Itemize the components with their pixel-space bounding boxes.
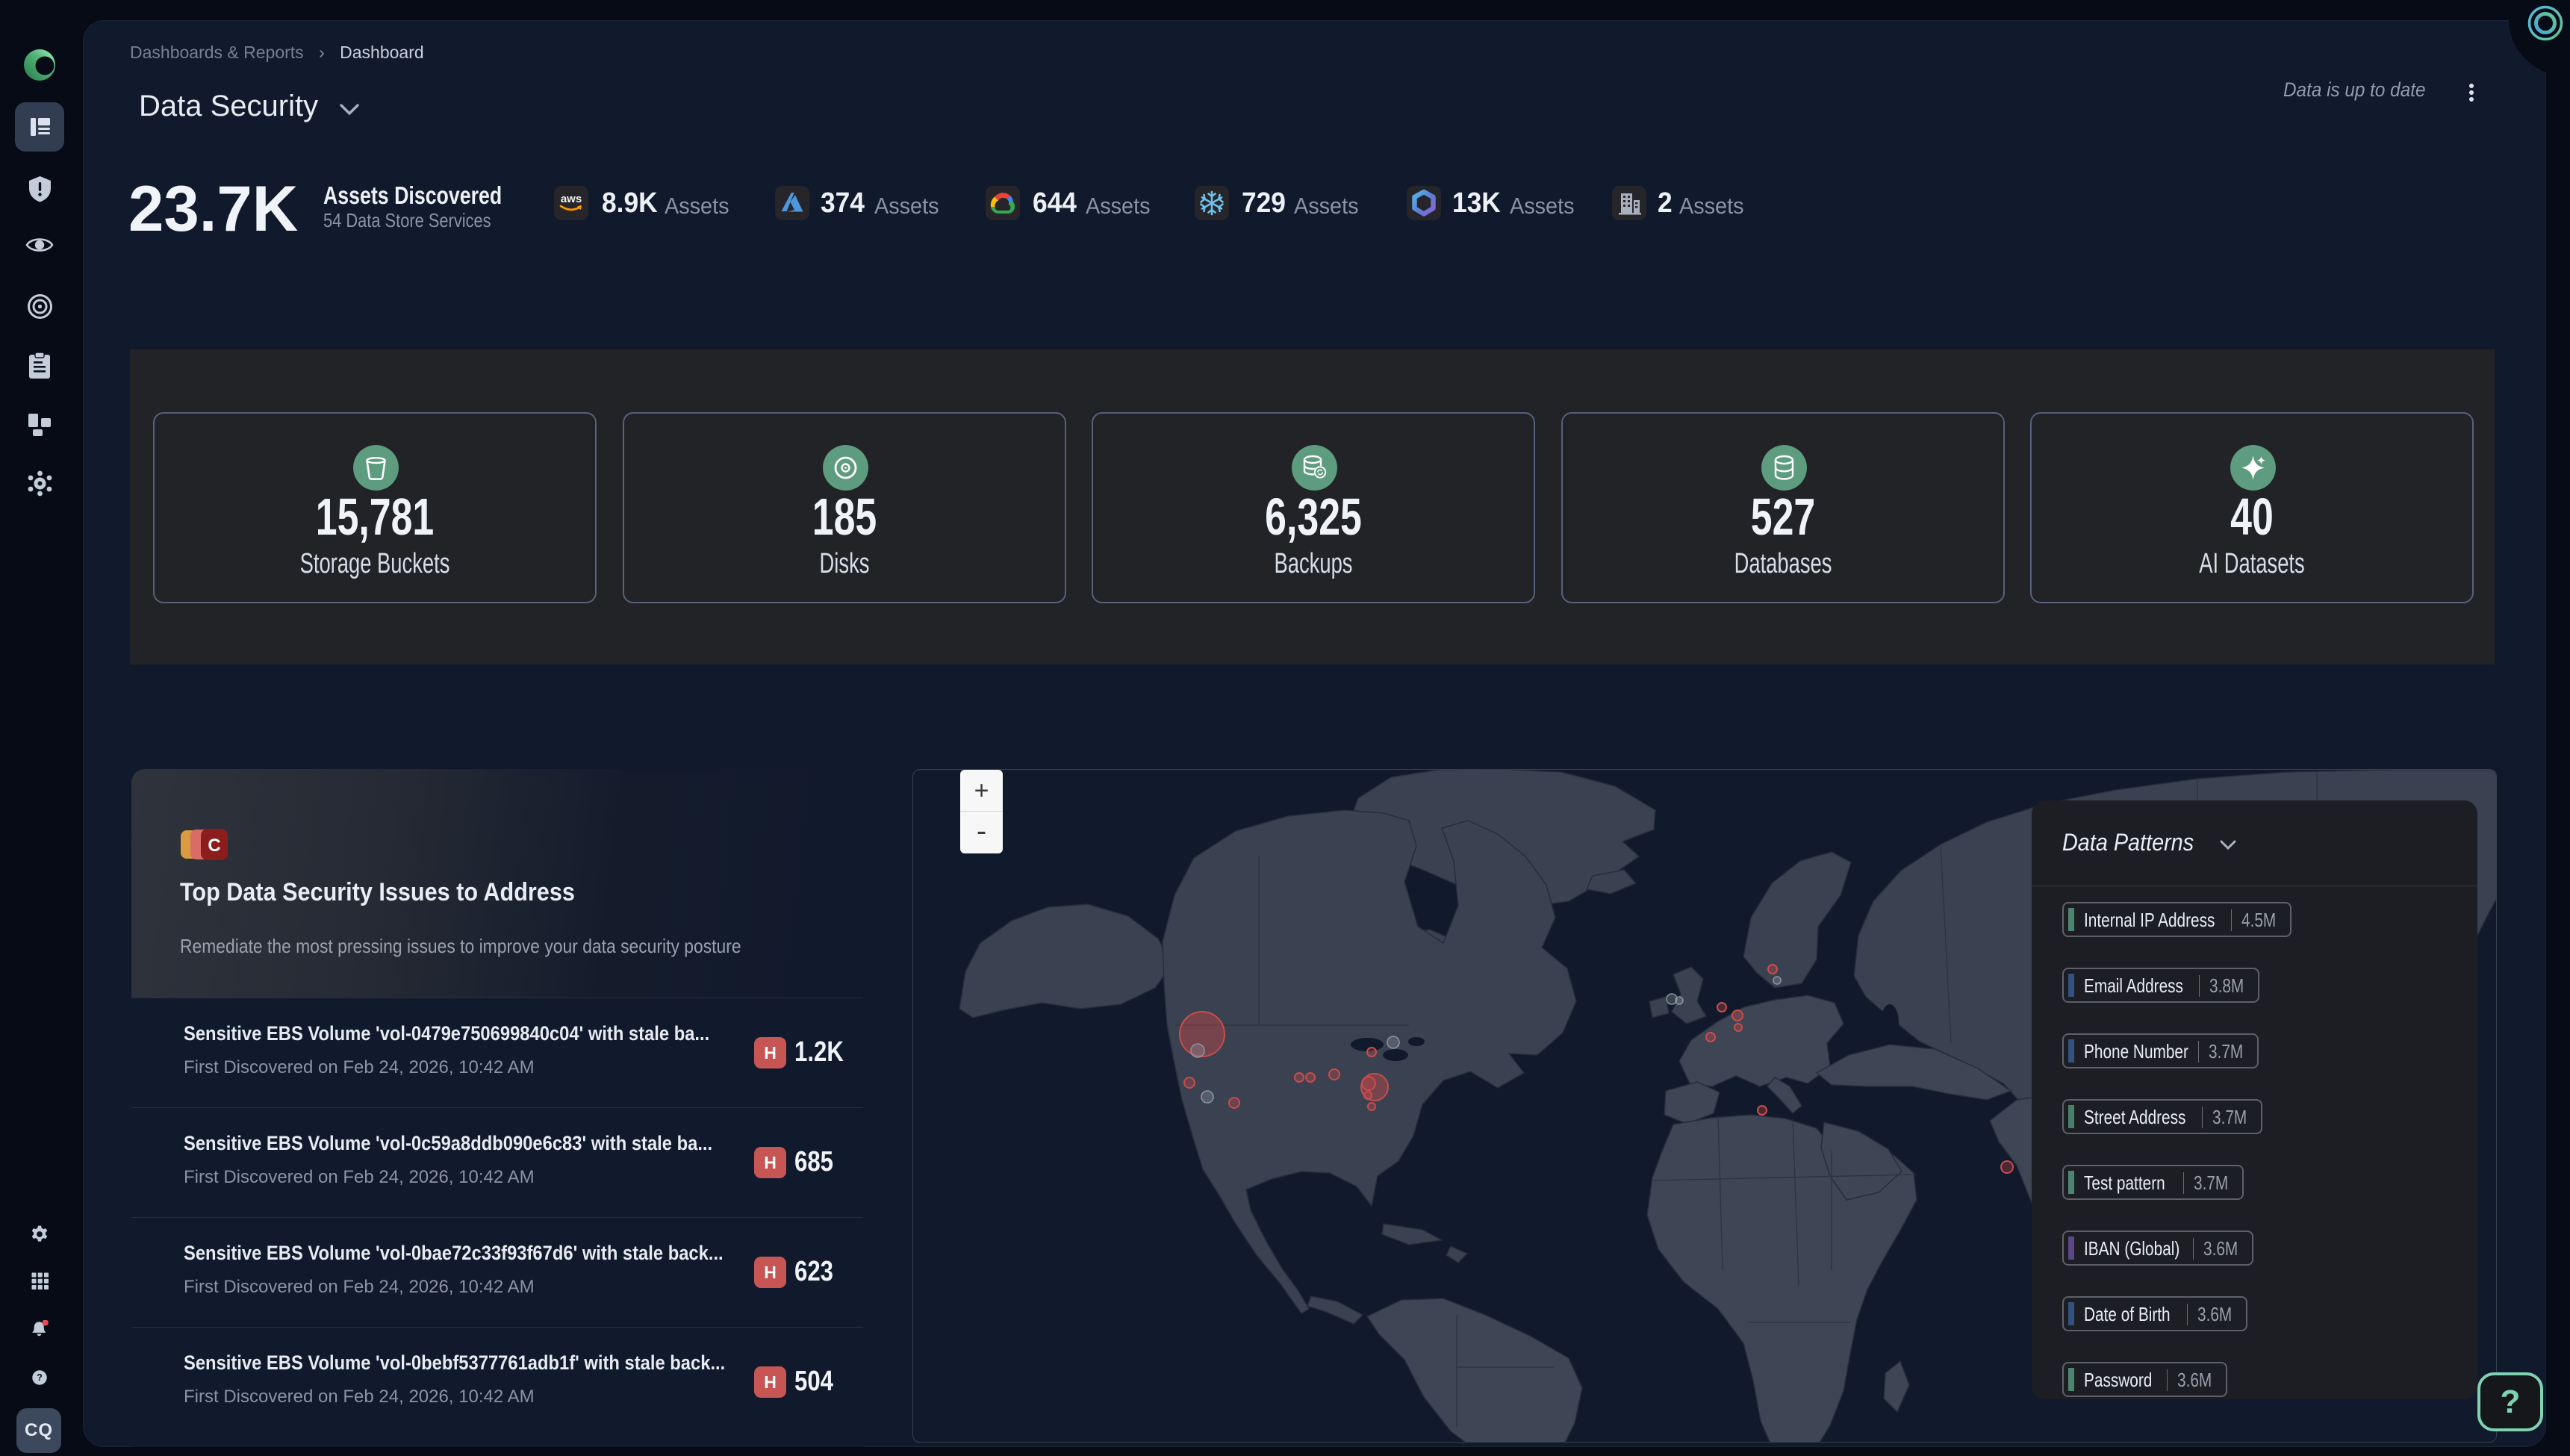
svg-text:C: C <box>208 836 220 856</box>
svg-text:?: ? <box>37 1372 43 1383</box>
svg-text:aws: aws <box>561 193 582 205</box>
